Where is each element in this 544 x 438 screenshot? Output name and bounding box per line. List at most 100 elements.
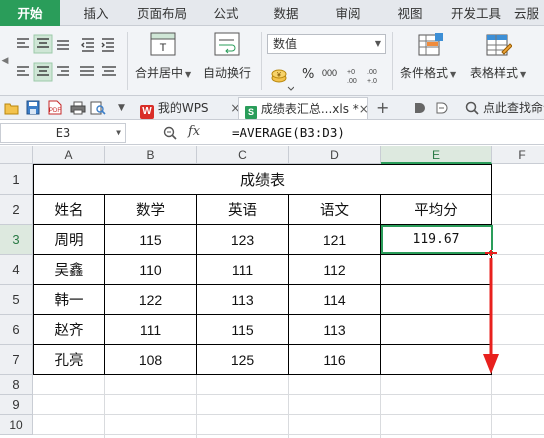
merge-center-icon[interactable]: T: [150, 32, 176, 56]
table-style-dropdown-icon[interactable]: ▼: [520, 70, 526, 79]
row-header-4[interactable]: 4: [0, 255, 33, 285]
header-cell-english[interactable]: 英语: [197, 195, 289, 225]
row-header-3[interactable]: 3: [0, 225, 33, 255]
table-cell[interactable]: 周明: [33, 225, 105, 255]
export-pdf-icon[interactable]: PDF: [48, 100, 62, 115]
tab-cloud[interactable]: 云服: [514, 0, 544, 26]
table-cell[interactable]: 122: [105, 285, 197, 315]
column-header-b[interactable]: B: [105, 146, 197, 164]
header-cell-chinese[interactable]: 语文: [289, 195, 381, 225]
table-cell[interactable]: 112: [289, 255, 381, 285]
ribbon-scroll-left-icon[interactable]: ◀: [0, 46, 10, 76]
percent-button[interactable]: %: [302, 67, 314, 82]
doc-tab-grade-summary[interactable]: S 成绩表汇总...xls *×: [238, 97, 369, 119]
row-header-6[interactable]: 6: [0, 315, 33, 345]
name-box-dropdown-icon[interactable]: ▼: [116, 124, 121, 142]
tab-data[interactable]: 数据: [264, 0, 308, 26]
wrap-text-icon[interactable]: [214, 32, 240, 56]
table-cell[interactable]: 110: [105, 255, 197, 285]
column-header-a[interactable]: A: [33, 146, 105, 164]
table-cell[interactable]: 113: [197, 285, 289, 315]
thousands-separator-button[interactable]: 000: [322, 68, 337, 78]
preview-icon[interactable]: [90, 101, 106, 115]
row-header-9[interactable]: 9: [0, 395, 33, 415]
row-header-2[interactable]: 2: [0, 195, 33, 225]
search-icon[interactable]: [465, 101, 479, 115]
table-cell[interactable]: 113: [289, 315, 381, 345]
sheet-title-cell[interactable]: 成绩表: [33, 164, 492, 195]
table-style-icon[interactable]: [486, 32, 512, 58]
currency-icon[interactable]: ¥: [270, 66, 290, 84]
table-cell[interactable]: 123: [197, 225, 289, 255]
table-cell[interactable]: 114: [289, 285, 381, 315]
doc-switch-icon[interactable]: [436, 102, 448, 114]
average-cell-e7[interactable]: [381, 345, 492, 375]
row-header-7[interactable]: 7: [0, 345, 33, 375]
table-cell[interactable]: 108: [105, 345, 197, 375]
conditional-format-dropdown-icon[interactable]: ▼: [450, 70, 456, 79]
table-cell[interactable]: 赵齐: [33, 315, 105, 345]
average-cell-e6[interactable]: [381, 315, 492, 345]
conditional-format-button[interactable]: 条件格式 ▼: [400, 64, 456, 81]
table-cell[interactable]: 吴鑫: [33, 255, 105, 285]
tab-insert[interactable]: 插入: [72, 0, 120, 26]
decimal-adjust-icons[interactable]: +0 .00 .00 +.0: [345, 66, 385, 86]
doc-tab-wps[interactable]: W 我的WPS ×: [138, 97, 240, 119]
merge-dropdown-icon[interactable]: ▼: [185, 70, 191, 79]
table-cell[interactable]: 115: [105, 225, 197, 255]
table-cell[interactable]: 125: [197, 345, 289, 375]
doc-list-icon[interactable]: [414, 102, 426, 114]
name-box[interactable]: E3 ▼: [0, 123, 126, 143]
name-box-value: E3: [55, 126, 71, 140]
table-cell[interactable]: 孔亮: [33, 345, 105, 375]
doc-tab-grade-summary-close-icon[interactable]: ×: [359, 102, 369, 116]
new-tab-button[interactable]: +: [376, 97, 389, 119]
empty-cells-area[interactable]: [33, 375, 544, 438]
tab-home[interactable]: 开始: [0, 0, 60, 26]
column-header-f[interactable]: F: [492, 146, 544, 164]
table-style-button[interactable]: 表格样式 ▼: [470, 64, 526, 81]
table-cell[interactable]: 韩一: [33, 285, 105, 315]
currency-dropdown-icon[interactable]: [268, 86, 294, 94]
insert-function-button[interactable]: fx: [188, 123, 200, 141]
table-cell[interactable]: 111: [105, 315, 197, 345]
formula-input[interactable]: =AVERAGE(B3:D3): [232, 124, 345, 142]
alignment-icons-bottom[interactable]: [14, 62, 126, 82]
row-header-10[interactable]: 10: [0, 415, 33, 435]
save-icon[interactable]: [26, 100, 40, 115]
cell-f2[interactable]: [492, 195, 544, 225]
table-cell[interactable]: 111: [197, 255, 289, 285]
merge-center-button[interactable]: 合并居中 ▼: [135, 64, 191, 81]
table-cell[interactable]: 121: [289, 225, 381, 255]
average-cell-e5[interactable]: [381, 285, 492, 315]
column-header-d[interactable]: D: [289, 146, 381, 164]
tab-formulas[interactable]: 公式: [204, 0, 248, 26]
alignment-icons-top[interactable]: [14, 34, 126, 54]
select-all-corner[interactable]: [0, 146, 33, 164]
tab-review[interactable]: 审阅: [326, 0, 370, 26]
header-cell-average[interactable]: 平均分: [381, 195, 492, 225]
tab-page-layout[interactable]: 页面布局: [130, 0, 194, 26]
column-header-e[interactable]: E: [381, 146, 492, 164]
quick-access-more-icon[interactable]: ▼: [118, 99, 125, 117]
conditional-format-icon[interactable]: [418, 32, 444, 58]
average-cell-e4[interactable]: [381, 255, 492, 285]
tab-view[interactable]: 视图: [388, 0, 432, 26]
command-search-input[interactable]: 点此查找命令: [483, 97, 544, 119]
cell-f1[interactable]: [492, 164, 544, 195]
column-header-c[interactable]: C: [197, 146, 289, 164]
print-icon[interactable]: [70, 101, 86, 115]
table-cell[interactable]: 115: [197, 315, 289, 345]
row-header-5[interactable]: 5: [0, 285, 33, 315]
table-cell[interactable]: 116: [289, 345, 381, 375]
header-cell-name[interactable]: 姓名: [33, 195, 105, 225]
zoom-icon[interactable]: [163, 126, 177, 140]
wrap-text-button[interactable]: 自动换行: [203, 64, 251, 81]
header-cell-math[interactable]: 数学: [105, 195, 197, 225]
row-header-8[interactable]: 8: [0, 375, 33, 395]
open-folder-icon[interactable]: [4, 101, 20, 115]
number-format-dropdown-icon[interactable]: ▼: [375, 35, 381, 53]
number-format-select[interactable]: 数值 ▼: [267, 34, 386, 54]
row-header-1[interactable]: 1: [0, 164, 33, 195]
tab-developer[interactable]: 开发工具: [446, 0, 506, 26]
